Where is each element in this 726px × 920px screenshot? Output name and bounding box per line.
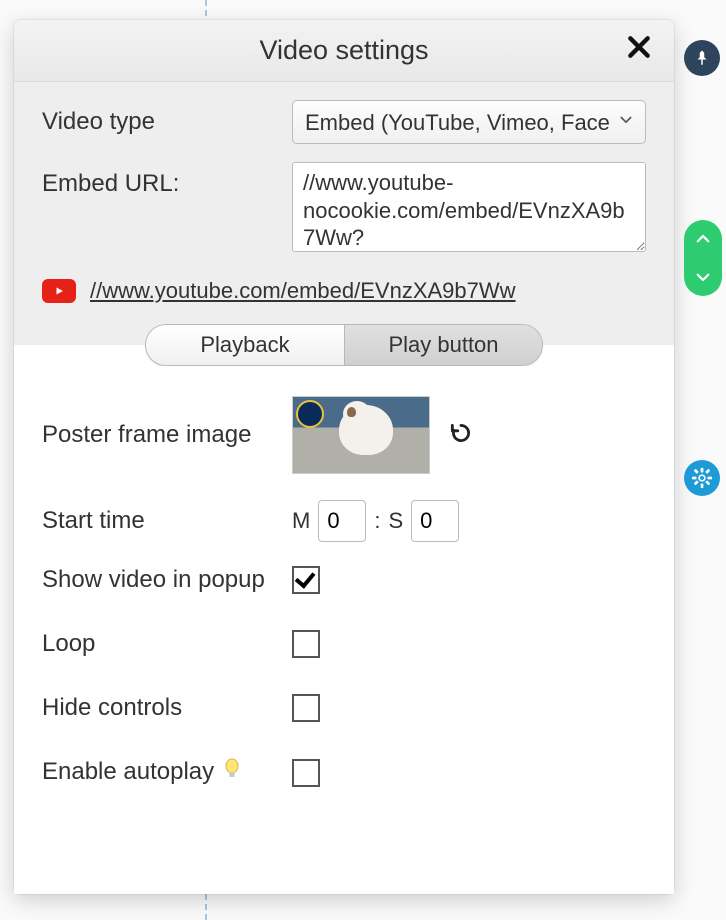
enable-autoplay-text: Enable autoplay [42, 758, 214, 785]
start-time-label: Start time [42, 507, 292, 535]
show-in-popup-checkbox[interactable] [292, 566, 320, 594]
youtube-link-row: //www.youtube.com/embed/EVnzXA9b7Ww [42, 270, 646, 324]
tab-segment: Playback Play button [145, 324, 543, 366]
video-type-label: Video type [42, 108, 292, 136]
chevron-up-icon [694, 230, 712, 248]
poster-frame-label: Poster frame image [42, 421, 292, 449]
dialog-upper-section: Video type Embed (YouTube, Vimeo, Facebo… [14, 82, 674, 324]
pin-icon [693, 49, 711, 67]
loop-label: Loop [42, 630, 292, 658]
enable-autoplay-row: Enable autoplay [42, 758, 646, 787]
youtube-icon [42, 279, 76, 303]
video-type-row: Video type Embed (YouTube, Vimeo, Facebo… [42, 100, 646, 144]
tab-strip: Playback Play button [14, 324, 674, 366]
undo-icon [448, 420, 474, 446]
tab-playback[interactable]: Playback [146, 325, 344, 365]
embed-url-row: Embed URL: //www.youtube-nocookie.com/em… [42, 162, 646, 252]
tab-play-button[interactable]: Play button [344, 325, 542, 365]
lightbulb-icon[interactable] [223, 758, 241, 787]
pin-button[interactable] [684, 40, 720, 76]
poster-thumbnail-badge [296, 400, 324, 428]
start-time-row: Start time M : S [42, 500, 646, 542]
video-type-select[interactable]: Embed (YouTube, Vimeo, Facebook) [292, 100, 646, 144]
minutes-input[interactable] [318, 500, 366, 542]
chevron-down-icon [694, 268, 712, 286]
minutes-label: M [292, 508, 310, 534]
hide-controls-label: Hide controls [42, 694, 292, 722]
embed-url-input[interactable]: //www.youtube-nocookie.com/embed/EVnzXA9… [292, 162, 646, 252]
start-time-controls: M : S [292, 500, 459, 542]
show-in-popup-row: Show video in popup [42, 566, 646, 594]
show-in-popup-label: Show video in popup [42, 566, 292, 594]
revert-poster-button[interactable] [448, 420, 474, 451]
poster-frame-row: Poster frame image [42, 396, 646, 474]
video-settings-dialog: Video settings Video type Embed (YouTube… [14, 20, 674, 894]
seconds-input[interactable] [411, 500, 459, 542]
settings-floater-button[interactable] [684, 460, 720, 496]
video-type-select-wrap: Embed (YouTube, Vimeo, Facebook) [292, 100, 646, 144]
close-button[interactable] [626, 34, 652, 65]
poster-frame-thumbnail[interactable] [292, 396, 430, 474]
enable-autoplay-label: Enable autoplay [42, 758, 292, 787]
loop-checkbox[interactable] [292, 630, 320, 658]
dialog-title: Video settings [259, 35, 428, 66]
enable-autoplay-checkbox[interactable] [292, 759, 320, 787]
dialog-titlebar: Video settings [14, 20, 674, 82]
seconds-label: S [388, 508, 403, 534]
time-separator: : [374, 508, 380, 534]
gear-icon [691, 467, 713, 489]
dialog-lower-section: Poster frame image Start time M : S [14, 366, 674, 894]
poster-thumbnail-image [339, 405, 393, 455]
nav-up-down[interactable] [684, 220, 722, 296]
hide-controls-checkbox[interactable] [292, 694, 320, 722]
loop-row: Loop [42, 630, 646, 658]
youtube-url-link[interactable]: //www.youtube.com/embed/EVnzXA9b7Ww [90, 278, 516, 304]
embed-url-label: Embed URL: [42, 162, 292, 198]
hide-controls-row: Hide controls [42, 694, 646, 722]
close-icon [626, 34, 652, 60]
